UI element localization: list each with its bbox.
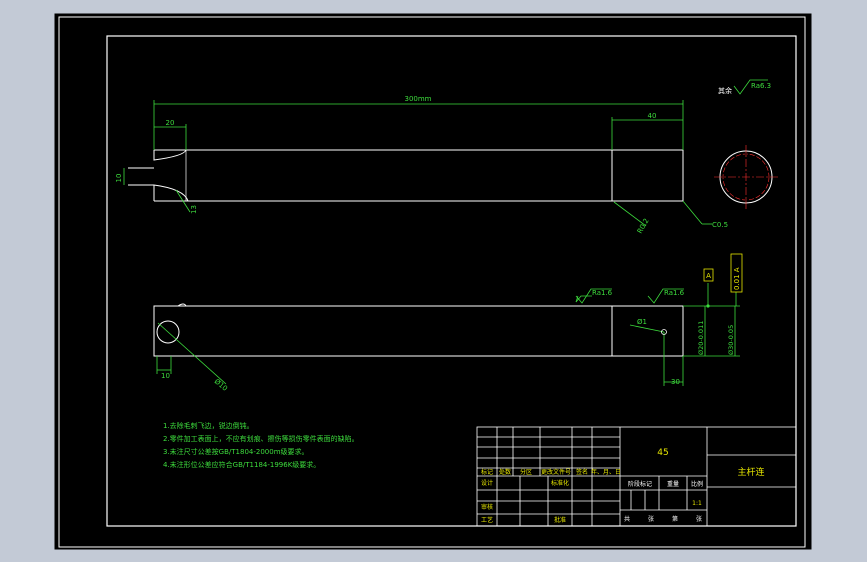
svg-text:Ra1.6: Ra1.6	[664, 289, 685, 297]
tolerance-frame-text: 0.01 A	[733, 267, 741, 290]
designer-label: 设计	[481, 479, 493, 487]
material: 45	[657, 448, 668, 458]
weight-label: 重量	[667, 480, 679, 488]
sheets-total-label: 共	[624, 515, 630, 523]
left-height-label: 10	[115, 174, 123, 183]
stage-mark-label: 阶段标记	[628, 480, 652, 488]
sheets-unit-label: 张	[648, 515, 654, 523]
svg-text:分区: 分区	[520, 468, 532, 476]
right-block-width-label: 40	[648, 112, 657, 120]
bottom-width-label: 30	[671, 378, 680, 386]
process-label: 工艺	[481, 516, 493, 524]
note-4: 4.未注形位公差应符合GB/T1184-1996K级要求。	[163, 460, 320, 469]
sheet-no-label: 第	[672, 515, 678, 523]
svg-text:年、月、日: 年、月、日	[591, 468, 621, 476]
drawing-canvas: 300mm 20 40 10 13 R0.2 C0.5 其余 Ra6.3 Ra1…	[54, 13, 812, 550]
overall-length-label: 300mm	[405, 95, 432, 103]
ratio-label: 比例	[691, 480, 703, 488]
svg-text:更改文件号: 更改文件号	[541, 468, 571, 476]
approve-label: 批准	[554, 516, 566, 524]
hole-dia-label: Ø1	[637, 318, 647, 326]
left-step-width-label: 20	[166, 119, 175, 127]
chamfer-label: C0.5	[712, 221, 728, 229]
svg-text:签名: 签名	[576, 468, 588, 476]
scale: 1:1	[692, 500, 702, 507]
left-offset-label: 10	[161, 372, 170, 380]
svg-text:处数: 处数	[499, 468, 511, 476]
height-tolerance-2: Ø30-0.05	[727, 325, 735, 355]
note-2: 2.零件加工表面上，不应有划痕、擦伤等损伤零件表面的缺陷。	[163, 434, 359, 443]
note-1: 1.去除毛刺飞边，锐边倒钝。	[163, 421, 254, 430]
svg-text:Ra1.6: Ra1.6	[592, 289, 613, 297]
svg-text:Ra6.3: Ra6.3	[751, 82, 771, 90]
part-name: 主杆连	[737, 466, 764, 478]
revision-headers: 标记 处数 分区 更改文件号 签名 年、月、日	[481, 468, 621, 476]
datum-label: A	[706, 272, 711, 280]
note-3: 3.未注尺寸公差按GB/T1804-2000m级要求。	[163, 447, 309, 456]
height-tolerance-1: Ø20-0.011	[697, 321, 705, 355]
standardize-label: 标准化	[551, 479, 569, 487]
svg-text:标记: 标记	[481, 468, 493, 476]
svg-text:其余: 其余	[718, 86, 732, 95]
sheet-unit-label: 张	[696, 515, 702, 523]
reviewer-label: 审核	[481, 503, 493, 511]
cad-viewport[interactable]: 300mm 20 40 10 13 R0.2 C0.5 其余 Ra6.3 Ra1…	[0, 0, 867, 562]
slot-note-label: 13	[190, 205, 198, 214]
datum-point	[706, 304, 710, 308]
